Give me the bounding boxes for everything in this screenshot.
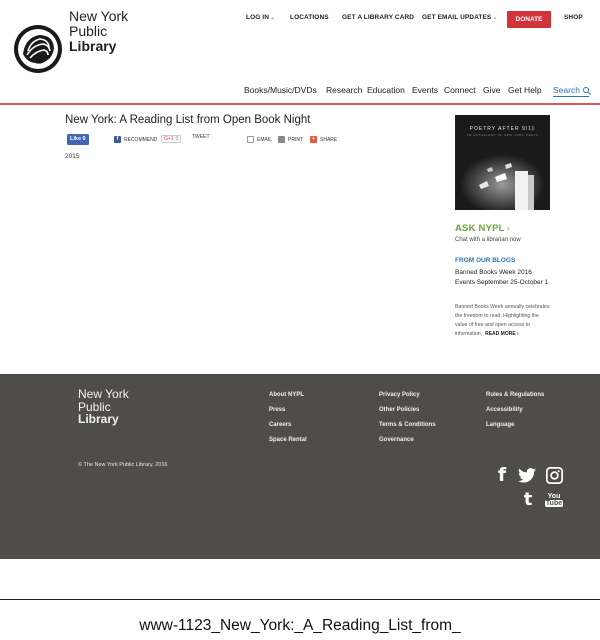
book-cover-art <box>455 143 550 210</box>
footer-link-about[interactable]: About NYPL <box>269 392 304 398</box>
nav-connect[interactable]: Connect <box>444 85 476 95</box>
caption-divider <box>0 599 600 600</box>
facebook-icon: f <box>114 136 121 143</box>
nav-get-help[interactable]: Get Help <box>508 85 542 95</box>
footer-link-press[interactable]: Press <box>269 407 285 413</box>
search-icon <box>582 87 589 93</box>
library-card-link[interactable]: GET A LIBRARY CARD <box>342 14 414 21</box>
share-bar: Like 0 f RECOMMEND G+1 0 TWEET EMAIL PRIN… <box>67 134 367 146</box>
gplus-count: 0 <box>175 136 179 142</box>
email-label: EMAIL <box>257 136 273 143</box>
footer-logo[interactable]: New York Public Library <box>78 388 129 426</box>
site-footer: New York Public Library About NYPL Press… <box>0 374 600 559</box>
site-header: New York Public Library LOG IN⌄ LOCATION… <box>0 0 600 106</box>
chevron-down-icon: ⌄ <box>492 15 498 21</box>
footer-logo-line-3: Library <box>78 412 119 426</box>
ask-nypl-link[interactable]: ASK NYPL › <box>455 223 510 234</box>
nav-books-music-dvds[interactable]: Books/Music/DVDs <box>244 85 317 95</box>
recommend-label: RECOMMEND <box>124 136 158 143</box>
google-plus-button[interactable]: G+1 0 <box>161 135 182 143</box>
printer-icon <box>278 136 285 143</box>
main-nav: Books/Music/DVDs Research Education Even… <box>0 85 600 97</box>
ask-nypl-label: ASK NYPL <box>455 223 505 234</box>
nav-search[interactable]: Search <box>553 85 589 97</box>
facebook-glyph: f <box>497 464 507 486</box>
locations-link[interactable]: LOCATIONS <box>290 14 329 21</box>
footer-link-privacy[interactable]: Privacy Policy <box>379 392 420 398</box>
tweet-button[interactable]: TWEET <box>192 134 210 140</box>
plus-share-icon: + <box>310 136 317 143</box>
print-button[interactable]: PRINT <box>278 136 303 143</box>
chevron-down-icon: ⌄ <box>270 15 276 21</box>
nav-give[interactable]: Give <box>483 85 500 95</box>
nav-events[interactable]: Events <box>412 85 438 95</box>
tumblr-glyph: t <box>523 489 533 510</box>
tumblr-icon[interactable]: t <box>519 491 537 509</box>
copyright-text: © The New York Public Library, 2016 <box>78 462 168 468</box>
footer-link-accessibility[interactable]: Accessibility <box>486 407 523 413</box>
twitter-bird-icon <box>518 467 536 483</box>
page-title: New York: A Reading List from Open Book … <box>65 114 311 126</box>
blogs-heading: FROM OUR BLOGS <box>455 257 516 264</box>
envelope-icon <box>247 136 254 143</box>
facebook-like-button[interactable]: Like 0 <box>67 134 89 145</box>
logo-line-3: Library <box>69 38 117 54</box>
facebook-icon[interactable]: f <box>493 464 511 486</box>
footer-link-language[interactable]: Language <box>486 422 514 428</box>
email-updates-label: GET EMAIL UPDATES <box>422 14 492 21</box>
footer-link-other-policies[interactable]: Other Policies <box>379 407 419 413</box>
nypl-lion-logo-icon[interactable] <box>13 24 63 74</box>
screenshot-caption: www-1123_New_York:_A_Reading_List_from_ <box>139 617 461 634</box>
instagram-icon[interactable] <box>545 466 563 484</box>
login-label: LOG IN <box>246 14 269 21</box>
shop-link[interactable]: SHOP <box>564 14 583 21</box>
search-label: Search <box>553 85 580 95</box>
footer-link-rules[interactable]: Rules & Regulations <box>486 392 544 398</box>
gplus-label: G+1 <box>164 136 174 142</box>
header-divider <box>0 103 600 105</box>
youtube-label-top: You <box>547 493 561 500</box>
youtube-label-bottom: Tube <box>544 500 564 507</box>
twitter-icon[interactable] <box>518 466 536 484</box>
book-cover-image[interactable]: POETRY AFTER 9/11 AN ANTHOLOGY OF NEW YO… <box>455 115 550 210</box>
footer-link-governance[interactable]: Governance <box>379 437 414 443</box>
login-link[interactable]: LOG IN⌄ <box>246 14 275 21</box>
share-button[interactable]: + SHARE <box>310 136 337 143</box>
email-updates-link[interactable]: GET EMAIL UPDATES⌄ <box>422 14 498 21</box>
blog-post-excerpt: Banned Books Week annually celebrates th… <box>455 303 550 339</box>
publication-year: 2015 <box>65 153 80 160</box>
email-button[interactable]: EMAIL <box>247 136 272 143</box>
print-label: PRINT <box>288 136 303 143</box>
donate-button[interactable]: DONATE <box>507 11 551 28</box>
footer-link-terms[interactable]: Terms & Conditions <box>379 422 436 428</box>
instagram-camera-icon <box>545 466 563 484</box>
share-label: SHARE <box>320 136 338 143</box>
footer-logo-line-1: New York <box>78 387 129 401</box>
youtube-icon[interactable]: You Tube <box>544 491 564 509</box>
footer-link-space-rental[interactable]: Space Rental <box>269 437 307 443</box>
read-more-link[interactable]: READ MORE › <box>485 331 519 337</box>
ask-nypl-subtitle: Chat with a librarian now <box>455 237 521 243</box>
chevron-right-icon: › <box>506 223 511 234</box>
blog-post-title[interactable]: Banned Books Week 2016 Events September … <box>455 268 550 288</box>
recommend-button[interactable]: f RECOMMEND <box>114 136 157 143</box>
nav-education[interactable]: Education <box>367 85 405 95</box>
footer-link-careers[interactable]: Careers <box>269 422 291 428</box>
nav-research[interactable]: Research <box>326 85 362 95</box>
